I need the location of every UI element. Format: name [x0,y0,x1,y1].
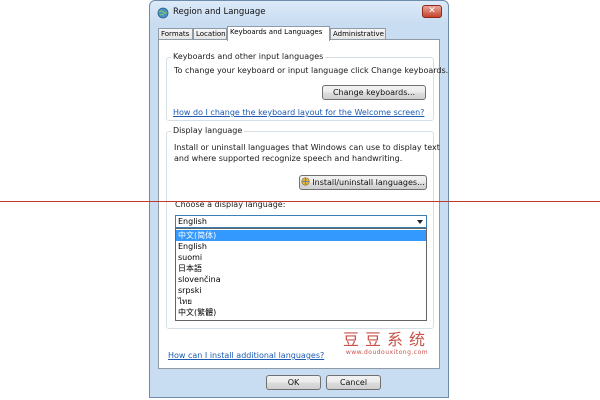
display-language-description-line1: Install or uninstall languages that Wind… [174,143,440,152]
globe-icon [157,7,169,19]
display-language-dropdown-list[interactable]: 中文(简体) English suomi 日本語 slovenčina srps… [175,228,427,321]
tab-keyboards-and-languages[interactable]: Keyboards and Languages [227,26,330,41]
annotation-line [0,201,600,202]
install-uninstall-languages-button[interactable]: Install/uninstall languages... [299,175,427,190]
display-language-select[interactable]: English [175,215,427,228]
cancel-button[interactable]: Cancel [326,375,381,390]
install-uninstall-languages-label: Install/uninstall languages... [312,178,425,187]
language-option[interactable]: 中文(简体) [176,230,426,241]
language-option[interactable]: 中文(繁體) [176,307,426,318]
watermark-text: 豆豆系统 [343,330,432,349]
shield-globe-icon [301,177,310,186]
display-language-selected-value: English [178,217,207,226]
keyboards-description: To change your keyboard or input languag… [174,66,449,75]
ok-button[interactable]: OK [266,375,321,390]
language-option[interactable]: srpski [176,285,426,296]
chevron-down-icon[interactable] [417,220,423,224]
watermark: 豆豆系统 www.doudouxitong.com [343,326,431,356]
install-additional-languages-link[interactable]: How can I install additional languages? [168,351,324,360]
display-language-description-line2: and where supported recognize speech and… [174,154,403,163]
change-keyboards-button[interactable]: Change keyboards... [322,85,426,100]
watermark-url: www.doudouxitong.com [345,349,429,356]
display-language-group-label: Display language [171,126,245,135]
title-bar[interactable]: Region and Language ✕ [150,1,448,25]
language-option[interactable]: suomi [176,252,426,263]
window-title: Region and Language [173,7,266,17]
language-option[interactable]: English [176,241,426,252]
close-icon: ✕ [428,6,436,16]
language-option[interactable]: slovenčina [176,274,426,285]
close-button[interactable]: ✕ [422,5,442,18]
language-option[interactable]: ไทย [176,296,426,307]
keyboards-group-label: Keyboards and other input languages [171,52,326,61]
language-option[interactable]: 日本語 [176,263,426,274]
welcome-screen-keyboard-link[interactable]: How do I change the keyboard layout for … [173,108,424,117]
